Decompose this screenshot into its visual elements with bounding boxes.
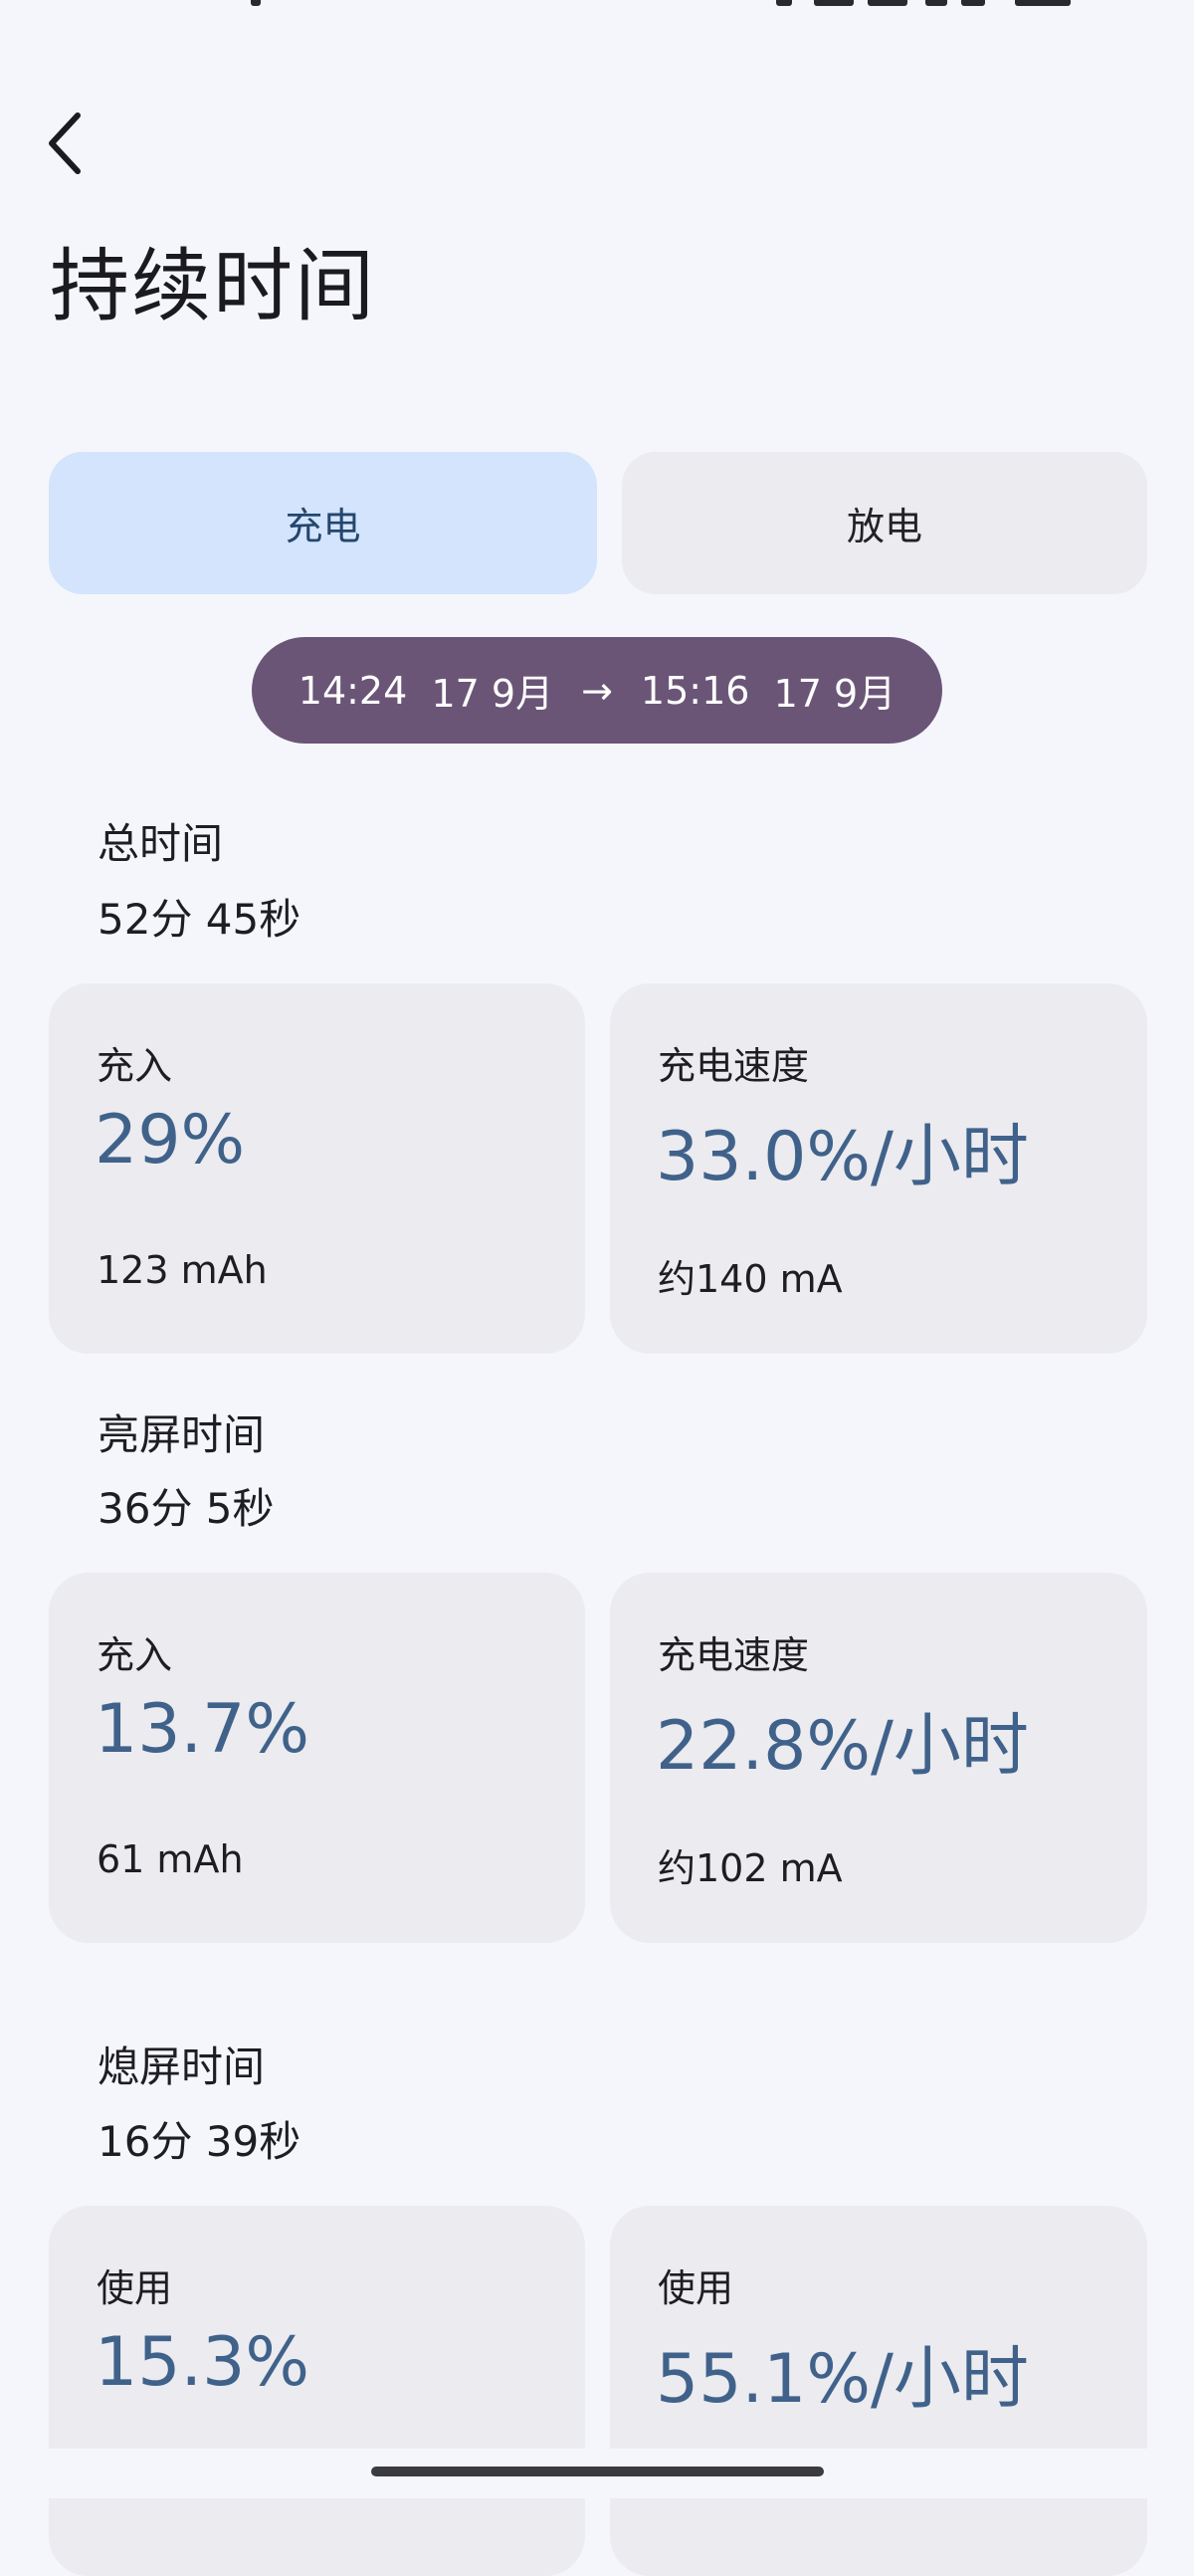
- card-sub-value: 约140 mA: [658, 1257, 843, 1301]
- card-value: 15.3%: [95, 2323, 310, 2402]
- tab-discharge[interactable]: 放电: [622, 452, 1147, 594]
- card-sub-value: 123 mAh: [97, 1248, 268, 1292]
- status-bar-fragment: [251, 0, 261, 6]
- status-bar-fragment: [1015, 0, 1071, 6]
- section-value-screen-off-time: 16分 39秒: [98, 2117, 301, 2166]
- stat-card-usage: 使用 15.3%: [49, 2206, 585, 2576]
- card-label: 使用: [658, 2266, 734, 2310]
- stat-card-charged: 充入 29% 123 mAh: [49, 983, 585, 1354]
- status-bar-fragment: [925, 0, 947, 6]
- card-label: 使用: [97, 2266, 173, 2310]
- section-title-screen-off-time: 熄屏时间: [98, 2042, 266, 2091]
- range-start-date: 17 9月: [431, 672, 554, 716]
- card-value: 55.1%/小时: [656, 2340, 1029, 2419]
- stat-card-charge-rate: 充电速度 22.8%/小时 约102 mA: [610, 1573, 1147, 1943]
- section-title-screen-on-time: 亮屏时间: [98, 1410, 266, 1459]
- tab-charge[interactable]: 充电: [49, 452, 597, 594]
- tab-discharge-label: 放电: [846, 505, 922, 548]
- home-indicator[interactable]: [371, 2467, 824, 2476]
- stat-card-charged: 充入 13.7% 61 mAh: [49, 1573, 585, 1943]
- card-label: 充电速度: [658, 1633, 810, 1677]
- card-sub-value: 61 mAh: [97, 1837, 244, 1881]
- range-start-time: 14:24: [298, 668, 408, 713]
- card-sub-value: 约102 mA: [658, 1846, 843, 1890]
- page-title: 持续时间: [50, 240, 376, 332]
- range-end-time: 15:16: [640, 668, 750, 713]
- stat-card-charge-rate: 充电速度 33.0%/小时 约140 mA: [610, 983, 1147, 1354]
- card-label: 充入: [97, 1044, 173, 1088]
- status-bar-fragment: [961, 0, 985, 6]
- card-value: 22.8%/小时: [656, 1707, 1029, 1786]
- card-value: 33.0%/小时: [656, 1118, 1029, 1196]
- section-title-total-time: 总时间: [98, 819, 224, 868]
- range-end-date: 17 9月: [773, 672, 896, 716]
- arrow-right-icon: →: [581, 668, 613, 713]
- section-value-total-time: 52分 45秒: [98, 895, 301, 944]
- section-value-screen-on-time: 36分 5秒: [98, 1484, 275, 1533]
- back-button[interactable]: [40, 107, 92, 179]
- status-bar-fragment: [776, 0, 792, 6]
- chevron-left-icon: [49, 112, 81, 174]
- tab-charge-label: 充电: [285, 505, 361, 548]
- status-bar-fragment: [814, 0, 854, 6]
- time-range-selector[interactable]: 14:24 17 9月 → 15:16 17 9月: [252, 637, 942, 744]
- card-label: 充电速度: [658, 1044, 810, 1088]
- stat-card-usage-rate: 使用 55.1%/小时: [610, 2206, 1147, 2576]
- status-bar-fragment: [868, 0, 907, 6]
- card-value: 29%: [95, 1101, 246, 1180]
- card-value: 13.7%: [95, 1690, 310, 1769]
- card-label: 充入: [97, 1633, 173, 1677]
